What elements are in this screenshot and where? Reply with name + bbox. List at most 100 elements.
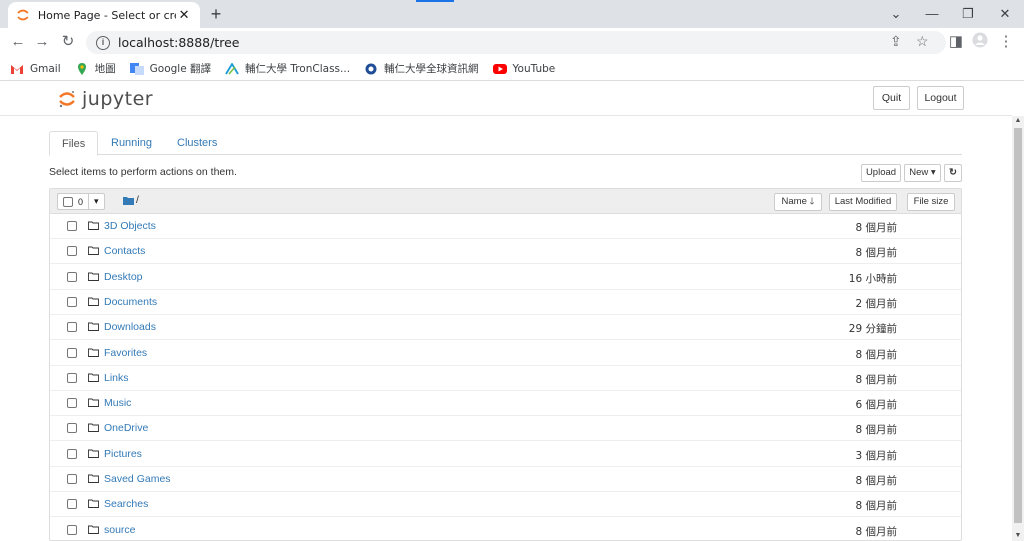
bookmark-maps[interactable]: 地圖	[75, 61, 116, 76]
site-info-icon[interactable]: i	[96, 35, 110, 50]
tab-title: Home Page - Select or create a	[37, 8, 176, 22]
restore-icon[interactable]: ❐	[953, 4, 983, 24]
scrollbar-thumb[interactable]	[1014, 128, 1022, 523]
file-name-link[interactable]: Downloads	[104, 321, 156, 333]
refresh-icon[interactable]: ↻	[944, 164, 962, 182]
scroll-up-icon[interactable]: ▲	[1012, 116, 1024, 126]
folder-icon	[88, 449, 99, 458]
browser-toolbar: ← → ↻ i localhost:8888/tree ⇪ ☆ ◨ ⋮	[0, 28, 1024, 57]
file-name-link[interactable]: Pictures	[104, 448, 142, 460]
tab-search-icon[interactable]: ⌄	[881, 4, 911, 24]
table-row[interactable]: Downloads 29 分鐘前	[50, 315, 961, 341]
table-row[interactable]: source 8 個月前	[50, 518, 961, 540]
bookmark-star-icon[interactable]: ☆	[916, 33, 929, 50]
bookmark-youtube[interactable]: YouTube	[492, 63, 555, 75]
select-all-group[interactable]: 0 ▾	[57, 193, 105, 210]
tronclass-icon	[225, 62, 239, 75]
file-name-link[interactable]: Favorites	[104, 347, 147, 359]
table-row[interactable]: Music 6 個月前	[50, 391, 961, 417]
file-name-link[interactable]: OneDrive	[104, 422, 148, 434]
table-row[interactable]: Desktop 16 小時前	[50, 265, 961, 290]
last-modified: 2 個月前	[855, 297, 897, 310]
share-icon[interactable]: ⇪	[890, 33, 902, 50]
file-name-link[interactable]: Saved Games	[104, 473, 171, 485]
tab-running[interactable]: Running	[99, 131, 164, 155]
file-name-link[interactable]: Contacts	[104, 245, 145, 257]
bookmark-fju[interactable]: 輔仁大學全球資訊網	[364, 61, 479, 76]
file-name-link[interactable]: Searches	[104, 498, 148, 510]
row-checkbox[interactable]	[67, 423, 77, 434]
file-name-link[interactable]: source	[104, 524, 136, 536]
bookmark-translate[interactable]: Google 翻譯	[129, 61, 211, 76]
back-icon[interactable]: ←	[8, 32, 28, 52]
bookmarks-bar: Gmail 地圖 Google 翻譯 輔仁大學 TronClass... 輔仁大…	[0, 57, 1024, 81]
tab-close-icon[interactable]: ✕	[176, 7, 192, 23]
row-checkbox[interactable]	[67, 271, 77, 282]
row-checkbox[interactable]	[67, 246, 77, 257]
forward-icon[interactable]: →	[32, 32, 52, 52]
sort-file-size-button[interactable]: File size	[907, 193, 955, 211]
jupyter-logo[interactable]: jupyter	[58, 88, 153, 110]
row-checkbox[interactable]	[67, 448, 77, 459]
reload-icon[interactable]: ↻	[58, 32, 78, 52]
folder-icon	[88, 297, 99, 306]
vertical-scrollbar[interactable]: ▲ ▼	[1012, 116, 1024, 541]
last-modified: 8 個月前	[855, 222, 897, 234]
tab-clusters[interactable]: Clusters	[165, 131, 229, 155]
select-all-checkbox[interactable]: 0	[58, 194, 88, 209]
folder-icon	[88, 348, 99, 357]
browser-tabstrip: Home Page - Select or create a ✕ + ⌄ — ❐…	[0, 0, 1024, 28]
table-row[interactable]: Documents 2 個月前	[50, 290, 961, 315]
row-checkbox[interactable]	[67, 372, 77, 383]
table-row[interactable]: OneDrive 8 個月前	[50, 416, 961, 442]
folder-icon	[88, 246, 99, 256]
window-close-icon[interactable]: ✕	[990, 4, 1020, 24]
home-folder-icon[interactable]	[123, 196, 134, 205]
file-name-link[interactable]: Documents	[104, 296, 157, 308]
last-modified: 8 個月前	[855, 247, 897, 260]
row-checkbox[interactable]	[67, 347, 77, 358]
sort-name-button[interactable]: Name 🡓	[774, 193, 822, 211]
bookmark-gmail[interactable]: Gmail	[10, 63, 61, 75]
table-row[interactable]: Searches 8 個月前	[50, 492, 961, 518]
minimize-icon[interactable]: —	[917, 4, 947, 24]
breadcrumb-path[interactable]: /	[136, 194, 139, 206]
bookmark-tronclass[interactable]: 輔仁大學 TronClass...	[225, 61, 350, 76]
upload-button[interactable]: Upload	[861, 164, 901, 182]
sort-last-modified-button[interactable]: Last Modified	[829, 193, 897, 211]
profile-avatar-icon[interactable]	[970, 32, 990, 52]
table-row[interactable]: Pictures 3 個月前	[50, 442, 961, 467]
file-name-link[interactable]: 3D Objects	[104, 220, 156, 232]
table-row[interactable]: Contacts 8 個月前	[50, 239, 961, 265]
quit-button[interactable]: Quit	[873, 86, 910, 110]
folder-icon	[88, 474, 99, 483]
menu-kebab-icon[interactable]: ⋮	[996, 32, 1016, 52]
fju-icon	[365, 63, 377, 74]
new-dropdown-button[interactable]: New ▾	[904, 164, 941, 182]
row-checkbox[interactable]	[67, 474, 77, 484]
side-panel-icon[interactable]: ◨	[946, 32, 966, 52]
file-name-link[interactable]: Links	[104, 372, 129, 384]
row-checkbox[interactable]	[67, 398, 77, 409]
select-dropdown-icon[interactable]: ▾	[89, 194, 104, 209]
row-checkbox[interactable]	[67, 499, 77, 510]
table-row[interactable]: Links 8 個月前	[50, 366, 961, 391]
scroll-down-icon[interactable]: ▼	[1012, 531, 1024, 541]
logout-button[interactable]: Logout	[917, 86, 964, 110]
row-checkbox[interactable]	[67, 322, 77, 333]
row-checkbox[interactable]	[67, 296, 77, 307]
tab-files[interactable]: Files	[49, 131, 99, 156]
folder-icon	[88, 525, 99, 534]
row-checkbox[interactable]	[67, 221, 77, 231]
address-bar[interactable]: i localhost:8888/tree ⇪ ☆	[86, 31, 946, 54]
file-name-link[interactable]: Music	[104, 397, 131, 409]
last-modified: 8 個月前	[855, 373, 897, 386]
browser-tab[interactable]: Home Page - Select or create a ✕	[8, 2, 200, 28]
table-row[interactable]: Saved Games 8 個月前	[50, 467, 961, 492]
jupyter-header: jupyter Quit Logout	[0, 82, 1012, 116]
new-tab-icon[interactable]: +	[206, 4, 226, 24]
table-row[interactable]: Favorites 8 個月前	[50, 341, 961, 366]
table-row[interactable]: 3D Objects 8 個月前	[50, 214, 961, 239]
file-name-link[interactable]: Desktop	[104, 271, 143, 283]
row-checkbox[interactable]	[67, 524, 77, 535]
